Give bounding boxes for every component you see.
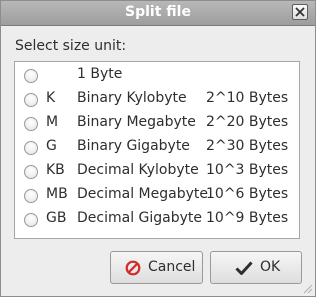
unit-name: 1 Byte: [77, 66, 123, 82]
unit-option-k[interactable]: K Binary Kylobyte 2^10 Bytes: [15, 88, 299, 112]
ok-button[interactable]: OK: [210, 251, 302, 284]
cancel-button[interactable]: Cancel: [110, 251, 203, 284]
radio-button[interactable]: [24, 69, 38, 83]
unit-option-mb[interactable]: MB Decimal Megabyte 10^6 Bytes: [15, 184, 299, 208]
unit-size: 2^20 Bytes: [206, 114, 289, 130]
radio-button[interactable]: [24, 93, 38, 107]
unit-option-gb[interactable]: GB Decimal Gigabyte 10^9 Bytes: [15, 208, 299, 232]
unit-size: 10^9 Bytes: [206, 210, 289, 226]
close-icon: [295, 7, 305, 17]
ok-label: OK: [260, 259, 281, 275]
checkmark-icon: [235, 261, 253, 275]
cancel-label: Cancel: [148, 259, 196, 275]
unit-size: 10^6 Bytes: [206, 186, 289, 202]
select-size-unit-label: Select size unit:: [15, 38, 127, 54]
unit-name: Decimal Gigabyte: [77, 210, 203, 226]
unit-name: Binary Gigabyte: [77, 138, 190, 154]
close-button[interactable]: [292, 4, 308, 20]
radio-button[interactable]: [24, 117, 38, 131]
radio-button[interactable]: [24, 189, 38, 203]
titlebar[interactable]: Split file: [1, 1, 315, 26]
unit-option-m[interactable]: M Binary Megabyte 2^20 Bytes: [15, 112, 299, 136]
radio-button[interactable]: [24, 213, 38, 227]
unit-abbr: GB: [46, 210, 67, 226]
window-title: Split file: [125, 4, 191, 20]
unit-abbr: M: [46, 114, 59, 130]
unit-option-kb[interactable]: KB Decimal Kylobyte 10^3 Bytes: [15, 160, 299, 184]
radio-button[interactable]: [24, 165, 38, 179]
unit-name: Decimal Megabyte: [77, 186, 208, 202]
unit-abbr: G: [46, 138, 57, 154]
unit-option-g[interactable]: G Binary Gigabyte 2^30 Bytes: [15, 136, 299, 160]
unit-abbr: K: [46, 90, 56, 106]
unit-abbr: KB: [46, 162, 65, 178]
unit-size: 10^3 Bytes: [206, 162, 289, 178]
cancel-icon: [125, 260, 141, 276]
unit-size: 2^10 Bytes: [206, 90, 289, 106]
unit-size: 2^30 Bytes: [206, 138, 289, 154]
unit-option-byte[interactable]: 1 Byte: [15, 64, 299, 88]
resize-grip-icon[interactable]: [301, 282, 313, 294]
size-unit-list: 1 Byte K Binary Kylobyte 2^10 Bytes M Bi…: [14, 61, 300, 239]
unit-name: Binary Kylobyte: [77, 90, 187, 106]
unit-abbr: MB: [46, 186, 68, 202]
unit-name: Binary Megabyte: [77, 114, 196, 130]
split-file-dialog: Split file Select size unit: 1 Byte K Bi…: [0, 0, 316, 297]
unit-name: Decimal Kylobyte: [77, 162, 199, 178]
radio-button[interactable]: [24, 141, 38, 155]
